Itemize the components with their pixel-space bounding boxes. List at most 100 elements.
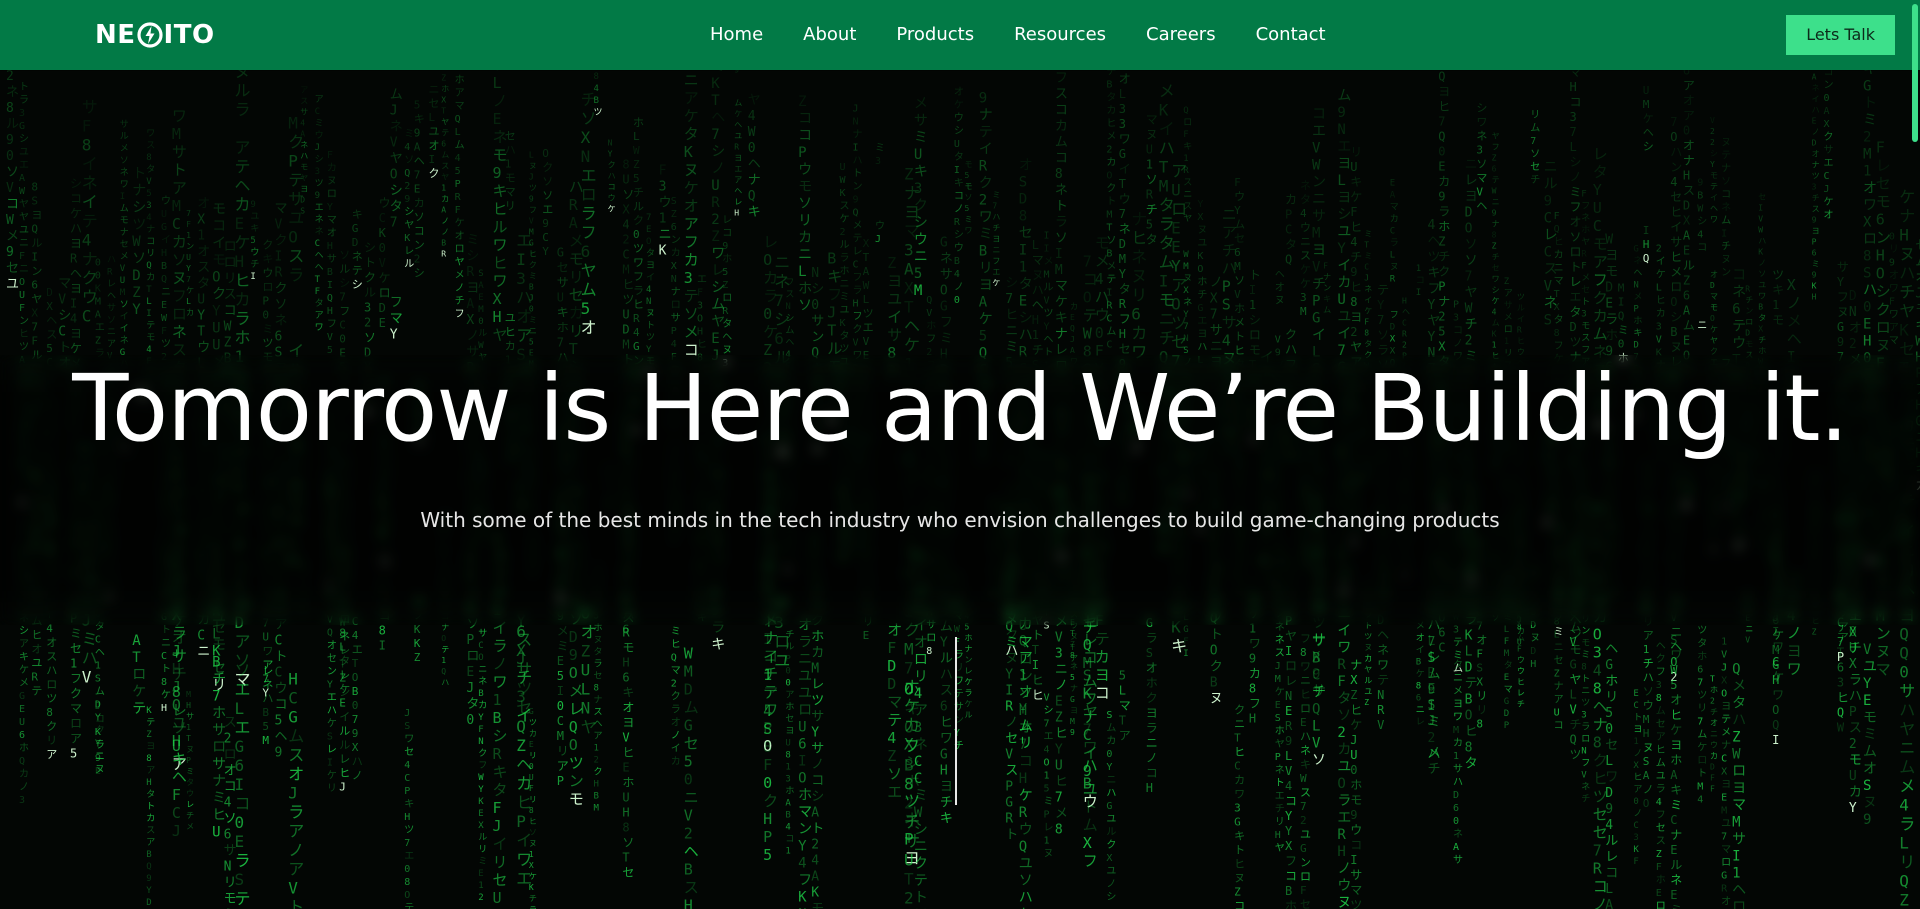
matrix-glyph: K bbox=[840, 318, 846, 329]
page-scrollbar[interactable] bbox=[1912, 4, 1918, 142]
matrix-glyph: 2 bbox=[1849, 737, 1857, 752]
matrix-glyph: E bbox=[478, 293, 483, 303]
matrix-glyph: O bbox=[390, 167, 398, 182]
matrix-glyph: T bbox=[224, 480, 232, 495]
matrix-glyph: ム bbox=[95, 543, 105, 555]
matrix-glyph: 9 bbox=[853, 194, 859, 205]
lets-talk-button[interactable]: Lets Talk bbox=[1786, 15, 1895, 55]
matrix-glyph: 6 bbox=[1285, 554, 1292, 568]
matrix-glyph: ヘ bbox=[811, 598, 824, 613]
matrix-glyph: M bbox=[186, 690, 191, 699]
brand-logo[interactable]: NE ITO bbox=[95, 18, 215, 52]
matrix-glyph: ア bbox=[315, 311, 324, 321]
matrix-glyph: I bbox=[250, 272, 255, 282]
matrix-glyph: W bbox=[161, 313, 168, 324]
matrix-glyph: ヨ bbox=[734, 154, 742, 163]
matrix-glyph: H bbox=[288, 670, 298, 689]
matrix-glyph: ン bbox=[853, 181, 863, 192]
matrix-glyph: O bbox=[763, 251, 772, 269]
matrix-glyph: ソ bbox=[1019, 873, 1033, 889]
matrix-glyph: リ bbox=[172, 570, 187, 588]
matrix-glyph: ケ bbox=[455, 217, 465, 229]
matrix-glyph: ヨ bbox=[275, 553, 288, 568]
nav-home[interactable]: Home bbox=[690, 0, 783, 70]
matrix-glyph: 8 bbox=[1350, 295, 1357, 309]
matrix-glyph: G bbox=[992, 566, 997, 575]
matrix-glyph: ロ bbox=[212, 586, 226, 602]
matrix-glyph: 8 bbox=[1249, 682, 1256, 696]
matrix-glyph: 2 bbox=[1710, 138, 1715, 147]
matrix-glyph: ム bbox=[1106, 722, 1116, 734]
matrix-glyph: Y bbox=[1183, 310, 1189, 320]
nav-about[interactable]: About bbox=[783, 0, 876, 70]
matrix-glyph: W bbox=[914, 805, 923, 821]
matrix-glyph: E bbox=[1683, 244, 1690, 258]
matrix-glyph: リ bbox=[863, 615, 874, 628]
matrix-glyph: ル bbox=[1517, 303, 1525, 312]
matrix-glyph: ケ bbox=[70, 206, 82, 220]
matrix-glyph: タ bbox=[1146, 232, 1158, 246]
matrix-glyph: マ bbox=[455, 101, 465, 112]
matrix-glyph: コ bbox=[6, 197, 19, 212]
matrix-glyph: T bbox=[441, 107, 446, 116]
matrix-glyph: ミ bbox=[1670, 798, 1682, 812]
matrix-glyph: U bbox=[262, 631, 269, 644]
matrix-glyph: Q bbox=[327, 627, 333, 638]
matrix-glyph: Q bbox=[1019, 839, 1027, 855]
matrix-glyph: 6 bbox=[1732, 301, 1740, 317]
nav-careers[interactable]: Careers bbox=[1126, 0, 1236, 70]
matrix-glyph: M bbox=[95, 297, 101, 308]
matrix-glyph: セ bbox=[493, 871, 508, 889]
matrix-glyph: X bbox=[1364, 599, 1369, 608]
matrix-glyph: 7 bbox=[557, 336, 564, 350]
matrix-glyph: コ bbox=[414, 225, 425, 238]
nav-products[interactable]: Products bbox=[876, 0, 994, 70]
nav-resources[interactable]: Resources bbox=[994, 0, 1126, 70]
matrix-glyph: モ bbox=[1772, 313, 1784, 327]
matrix-glyph: ム bbox=[734, 99, 742, 108]
matrix-glyph: 7 bbox=[1721, 831, 1727, 842]
matrix-glyph: U bbox=[622, 581, 629, 595]
matrix-glyph: 2 bbox=[811, 838, 819, 853]
matrix-glyph: 7 bbox=[1670, 115, 1677, 129]
matrix-glyph: Y bbox=[327, 202, 333, 213]
matrix-glyph: ラ bbox=[1605, 313, 1618, 328]
matrix-glyph: T bbox=[339, 602, 346, 615]
matrix-glyph: ニ bbox=[19, 238, 29, 249]
matrix-glyph: M bbox=[1106, 209, 1112, 220]
matrix-glyph: ハ bbox=[1106, 788, 1116, 799]
matrix-glyph: イ bbox=[441, 70, 449, 72]
matrix-glyph: テ bbox=[1721, 151, 1731, 162]
matrix-glyph: ア bbox=[1837, 631, 1849, 645]
matrix-glyph: ホ bbox=[1570, 485, 1582, 499]
matrix-glyph: シ bbox=[711, 144, 725, 160]
matrix-glyph: L bbox=[633, 130, 640, 143]
matrix-glyph: ノ bbox=[853, 493, 863, 504]
matrix-glyph: Z bbox=[1364, 698, 1369, 707]
matrix-glyph: Y bbox=[1197, 199, 1203, 210]
matrix-glyph: ハ bbox=[327, 705, 337, 716]
matrix-glyph: S bbox=[1670, 633, 1677, 647]
matrix-glyph: E bbox=[1390, 179, 1395, 189]
matrix-glyph: ツ bbox=[1377, 538, 1389, 552]
matrix-glyph: M bbox=[172, 125, 181, 143]
nav-contact[interactable]: Contact bbox=[1236, 0, 1346, 70]
matrix-glyph: カ bbox=[235, 195, 251, 214]
matrix-glyph: Y bbox=[1106, 762, 1112, 773]
matrix-glyph: ロ bbox=[1530, 568, 1540, 579]
matrix-glyph: ヌ bbox=[646, 309, 655, 319]
matrix-glyph: R bbox=[1005, 812, 1013, 827]
matrix-glyph: テ bbox=[1377, 283, 1389, 297]
matrix-glyph: ミ bbox=[1812, 605, 1820, 614]
matrix-glyph: A bbox=[1683, 304, 1691, 318]
matrix-glyph: K bbox=[1633, 845, 1639, 855]
matrix-glyph: リ bbox=[505, 200, 516, 213]
matrix-glyph: N bbox=[1337, 122, 1345, 138]
matrix-glyph: ノ bbox=[493, 655, 508, 673]
matrix-glyph: ス bbox=[1670, 475, 1682, 489]
matrix-glyph: ム bbox=[1915, 254, 1920, 269]
matrix-glyph: A bbox=[1643, 769, 1650, 782]
matrix-glyph: F bbox=[1581, 261, 1586, 271]
matrix-glyph: ニ bbox=[1581, 686, 1590, 696]
matrix-glyph: L bbox=[1554, 630, 1560, 641]
